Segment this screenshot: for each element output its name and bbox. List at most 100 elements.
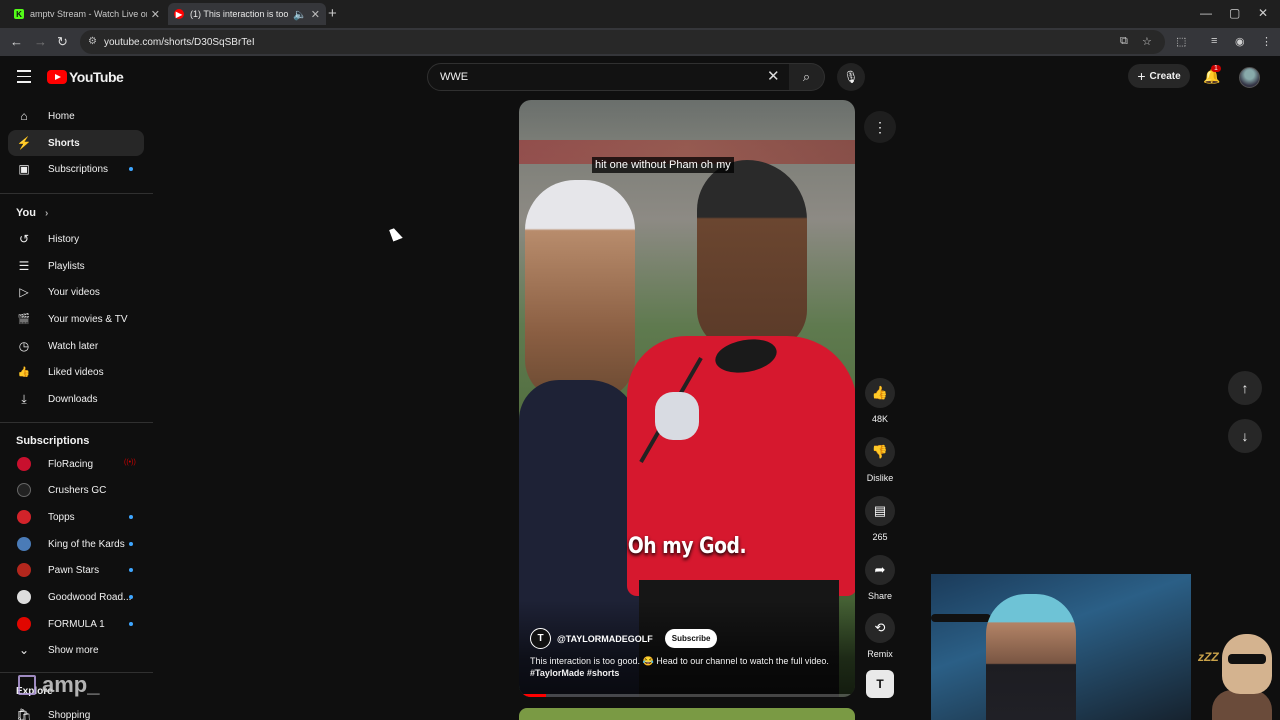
your-videos-icon: ▷ xyxy=(19,285,29,299)
channel-name[interactable]: @TAYLORMADEGOLF xyxy=(557,634,653,644)
sidebar-item-home[interactable]: ⌂ Home xyxy=(8,103,144,129)
back-icon[interactable]: ← xyxy=(10,34,23,49)
sidebar-item-label: Watch later xyxy=(48,340,99,352)
thumbs-down-icon: 👎 xyxy=(865,437,895,467)
sidebar-item-downloads[interactable]: ⤓ Downloads xyxy=(8,386,144,412)
sidebar-channel-goodwood[interactable]: Goodwood Road... xyxy=(8,584,144,610)
sidebar-you-heading[interactable]: You › xyxy=(16,207,48,219)
bookmark-star-icon[interactable]: ☆ xyxy=(1142,35,1152,48)
subscribe-button[interactable]: Subscribe xyxy=(664,629,718,648)
sidebar-item-playlists[interactable]: ☰ Playlists xyxy=(8,253,144,279)
streamer-person xyxy=(986,594,1076,720)
voice-search-button[interactable]: 🎙 xyxy=(837,63,865,91)
sidebar-item-watch-later[interactable]: ◷ Watch later xyxy=(8,333,144,359)
chevron-right-icon: › xyxy=(45,208,49,219)
browser-tab-bar: K amptv Stream - Watch Live on ✕ ▶ (1) T… xyxy=(0,0,1280,28)
close-tab-icon[interactable]: ✕ xyxy=(151,8,160,21)
sidebar-channel-floracing[interactable]: FloRacing ((•)) xyxy=(8,451,144,477)
next-short-preview[interactable] xyxy=(519,708,855,720)
emote-body xyxy=(1212,690,1272,720)
reload-icon[interactable]: ↻ xyxy=(57,34,68,50)
channel-avatar xyxy=(17,617,31,631)
channel-row: T @TAYLORMADEGOLF Subscribe xyxy=(530,628,718,649)
search-input[interactable]: WWE xyxy=(427,63,790,91)
sidebar-show-more[interactable]: ⌄ Show more xyxy=(8,637,144,663)
video-progress-bar[interactable] xyxy=(519,694,855,697)
shopping-bag-icon: 🛍 xyxy=(16,708,32,720)
sidebar-item-shorts[interactable]: ⚡ Shorts xyxy=(8,130,144,156)
channel-avatar xyxy=(17,563,31,577)
home-icon: ⌂ xyxy=(20,109,28,123)
sidebar-item-subscriptions[interactable]: ▣ Subscriptions xyxy=(8,156,144,182)
new-content-dot xyxy=(129,622,133,626)
sidebar-item-label: Crushers GC xyxy=(48,484,107,496)
browser-tab-youtube[interactable]: ▶ (1) This interaction is too go 🔈 ✕ xyxy=(168,3,326,25)
search-button[interactable]: ⌕ xyxy=(789,63,825,91)
remix-button[interactable]: ⟲ Remix xyxy=(860,613,900,659)
sidebar-channel-topps[interactable]: Topps xyxy=(8,504,144,530)
install-app-icon[interactable]: ⧉ xyxy=(1120,35,1128,48)
sidebar-channel-pawn-stars[interactable]: Pawn Stars xyxy=(8,557,144,583)
youtube-logo[interactable]: YouTube xyxy=(47,69,124,85)
dislike-button[interactable]: 👎 Dislike xyxy=(860,437,900,483)
maximize-icon[interactable]: ▢ xyxy=(1229,6,1240,20)
sidebar-item-label: FloRacing xyxy=(48,458,94,470)
sidebar-channel-formula1[interactable]: FORMULA 1 xyxy=(8,611,144,637)
description-hashtags[interactable]: #TaylorMade #shorts xyxy=(530,667,850,679)
channel-avatar xyxy=(17,537,31,551)
sleepy-emote: zZZ xyxy=(1198,630,1280,720)
sidebar-item-label: Topps xyxy=(48,511,75,523)
new-content-dot xyxy=(129,515,133,519)
browser-tab-kick[interactable]: K amptv Stream - Watch Live on ✕ xyxy=(8,3,166,25)
close-tab-icon[interactable]: ✕ xyxy=(311,8,320,21)
kick-favicon-icon: K xyxy=(14,9,24,19)
sidebar-item-label: Home xyxy=(48,110,75,122)
kebab-icon: ⋮ xyxy=(873,118,887,135)
sidebar-item-history[interactable]: ↺ History xyxy=(8,226,144,252)
url-field[interactable]: ⚙ youtube.com/shorts/D30SqSBrTeI xyxy=(80,30,1165,54)
sidebar-item-shopping[interactable]: 🛍 Shopping xyxy=(8,702,144,720)
sound-thumbnail[interactable]: T xyxy=(866,670,894,698)
create-label: Create xyxy=(1149,70,1181,82)
video-description[interactable]: This interaction is too good. 😂 Head to … xyxy=(530,655,850,679)
create-button[interactable]: + Create xyxy=(1128,64,1190,88)
forward-icon[interactable]: → xyxy=(34,34,47,49)
hamburger-menu-icon[interactable] xyxy=(17,70,31,83)
search-value: WWE xyxy=(440,71,469,83)
share-arrow-icon: ➦ xyxy=(865,555,895,585)
sidebar-item-liked-videos[interactable]: 👍 Liked videos xyxy=(8,359,144,385)
notifications-bell-icon[interactable]: 🔔 1 xyxy=(1203,65,1221,85)
account-avatar[interactable] xyxy=(1239,67,1260,88)
more-options-button[interactable]: ⋮ xyxy=(864,111,896,143)
next-short-button[interactable]: ↓ xyxy=(1228,419,1262,453)
new-tab-button[interactable]: + xyxy=(328,5,337,22)
close-window-icon[interactable]: ✕ xyxy=(1258,6,1268,20)
minimize-icon[interactable]: — xyxy=(1200,6,1212,20)
sidebar-divider xyxy=(0,422,153,423)
clear-search-icon[interactable]: ✕ xyxy=(767,67,780,85)
speaker-icon[interactable]: 🔈 xyxy=(293,8,307,21)
twitch-logo-icon xyxy=(18,675,36,695)
new-content-dot xyxy=(129,167,133,171)
sidebar-item-movies-tv[interactable]: 🎬 Your movies & TV xyxy=(8,306,144,332)
media-controls-icon[interactable]: ≡ xyxy=(1211,35,1217,47)
menu-kebab-icon[interactable]: ⋮ xyxy=(1261,35,1272,48)
shorts-video-player[interactable]: hit one without Pham oh my Oh my God. T … xyxy=(519,100,855,697)
comments-button[interactable]: ▤ 265 xyxy=(860,496,900,542)
search-icon: ⌕ xyxy=(802,69,811,84)
like-button[interactable]: 👍 48K xyxy=(860,378,900,424)
channel-avatar xyxy=(17,510,31,524)
taylormade-sound-icon: T xyxy=(876,677,884,691)
profile-icon[interactable]: ◉ xyxy=(1235,35,1245,48)
video-person-right xyxy=(697,160,807,350)
taylormade-logo-icon[interactable]: T xyxy=(530,628,551,649)
extensions-icon[interactable]: ⬚ xyxy=(1176,35,1186,48)
sidebar-channel-king-of-kards[interactable]: King of the Kards xyxy=(8,531,144,557)
comment-icon: ▤ xyxy=(865,496,895,526)
previous-short-button[interactable]: ↑ xyxy=(1228,371,1262,405)
share-button[interactable]: ➦ Share xyxy=(860,555,900,601)
sidebar-channel-crushers[interactable]: Crushers GC xyxy=(8,477,144,503)
site-info-icon[interactable]: ⚙ xyxy=(88,36,97,47)
sidebar-item-your-videos[interactable]: ▷ Your videos xyxy=(8,279,144,305)
movies-icon: 🎬 xyxy=(17,313,31,325)
